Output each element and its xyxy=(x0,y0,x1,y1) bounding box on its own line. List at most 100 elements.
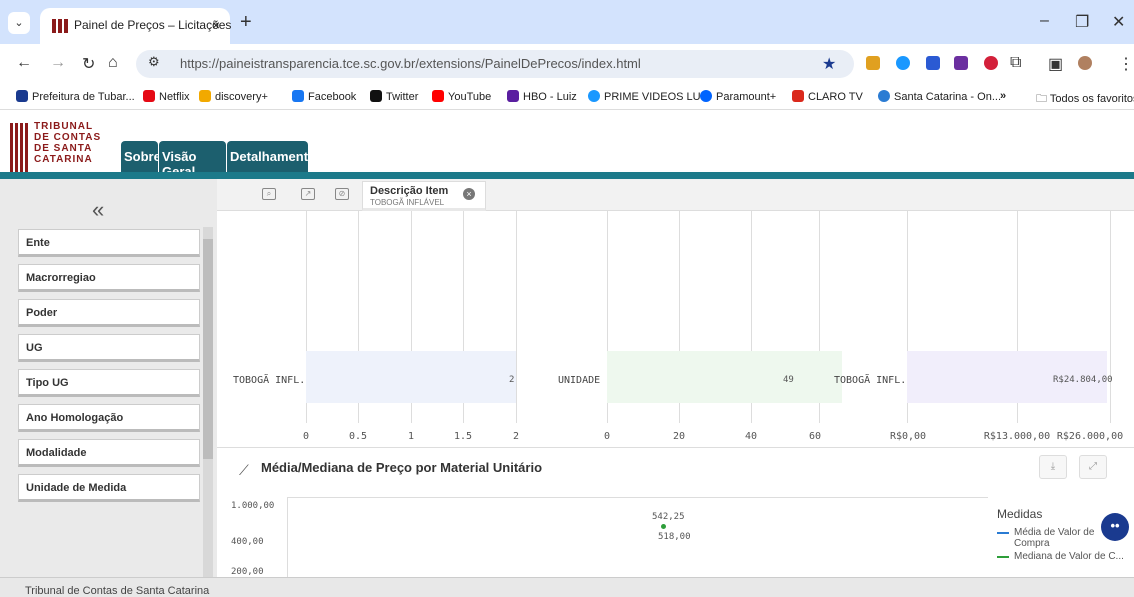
profile-avatar-icon[interactable] xyxy=(1078,56,1092,70)
side-panel-icon[interactable]: ▣ xyxy=(1048,54,1063,74)
bookmark-favicon-icon xyxy=(292,90,304,102)
browser-tab[interactable]: Painel de Preços – Licitações × xyxy=(40,8,231,44)
step-forward-icon[interactable]: ↗ xyxy=(301,188,315,200)
x-tick: 20 xyxy=(672,431,686,442)
restore-icon[interactable]: ❐ xyxy=(1075,12,1089,32)
bookmark-label: CLARO TV xyxy=(808,91,863,103)
bookmark-item[interactable]: PRIME VIDEOS LUIZ xyxy=(588,90,710,103)
x-tick: 1.5 xyxy=(453,431,473,442)
x-tick: 0 xyxy=(302,431,310,442)
bar-category-label: UNIDADE xyxy=(558,375,601,386)
bar-value-label: 49 xyxy=(783,375,794,385)
bookmark-item[interactable]: HBO - Luiz xyxy=(507,90,577,103)
browser-tab-strip: ⌄ Painel de Preços – Licitações × + – ❐ … xyxy=(0,0,1134,44)
bookmarks-bar: Prefeitura de Tubar... Netflix discovery… xyxy=(0,84,1134,110)
bookmark-item[interactable]: CLARO TV xyxy=(792,90,863,103)
bookmark-label: discovery+ xyxy=(215,91,268,103)
address-bar[interactable]: ⚙ https://paineistransparencia.tce.sc.go… xyxy=(136,50,854,78)
extensions-puzzle-icon[interactable]: ⧉ xyxy=(1010,54,1021,72)
filter-unidade-de-medida[interactable]: Unidade de Medida xyxy=(18,474,200,502)
selection-chip[interactable]: Descrição Item TOBOGÃ INFLÁVEL × xyxy=(362,181,486,211)
tab-sobre[interactable]: Sobre xyxy=(121,141,161,175)
download-icon[interactable]: ⤓ xyxy=(1039,455,1067,479)
logo-line: DE CONTAS xyxy=(34,132,102,143)
bookmark-item[interactable]: Twitter xyxy=(370,90,418,103)
collapse-sidebar-button[interactable]: « xyxy=(92,197,104,223)
bar[interactable] xyxy=(306,351,516,403)
tce-favicon-icon xyxy=(52,18,68,33)
reload-icon[interactable]: ↻ xyxy=(82,54,95,74)
tab-visao-geral[interactable]: Visão Geral xyxy=(159,141,226,179)
filter-ano-homologacao[interactable]: Ano Homologação xyxy=(18,404,200,432)
site-settings-icon[interactable]: ⚙ xyxy=(148,54,160,70)
point-value-label: 542,25 xyxy=(652,512,685,522)
extension-icon[interactable] xyxy=(984,56,998,70)
filter-macrorregiao[interactable]: Macrorregiao xyxy=(18,264,200,292)
home-icon[interactable]: ⌂ xyxy=(108,54,118,72)
bookmark-label: Twitter xyxy=(386,91,419,103)
all-bookmarks-folder[interactable]: 🗀 Todos os favoritos xyxy=(1036,90,1134,109)
filter-ente[interactable]: Ente xyxy=(18,229,200,257)
bookmark-item[interactable]: Prefeitura de Tubar... xyxy=(16,90,135,103)
sidebar-scrollbar[interactable] xyxy=(203,227,213,577)
legend-label: Mediana de Valor de C... xyxy=(1014,551,1124,562)
extension-icon[interactable] xyxy=(896,56,910,70)
bookmark-item[interactable]: Netflix xyxy=(143,90,190,103)
remove-selection-icon[interactable]: × xyxy=(463,188,475,200)
chat-assistant-icon[interactable]: •• xyxy=(1101,513,1129,541)
legend-swatch xyxy=(997,556,1009,558)
panel-separator xyxy=(217,447,1134,448)
bookmark-favicon-icon xyxy=(792,90,804,102)
close-tab-icon[interactable]: × xyxy=(212,17,220,33)
line-chart-plot: 542,25 518,00 xyxy=(287,497,988,577)
x-tick: R$26.000,00 xyxy=(1056,431,1124,442)
logo-line: TRIBUNAL xyxy=(34,121,94,132)
smart-search-icon[interactable]: ⌕ xyxy=(262,188,276,200)
filter-poder[interactable]: Poder xyxy=(18,299,200,327)
scrollbar-thumb[interactable] xyxy=(203,239,213,459)
line-chart-icon: ⟋ xyxy=(239,462,249,478)
bookmark-item[interactable]: Santa Catarina - On... xyxy=(878,90,1001,103)
extension-icon[interactable] xyxy=(866,56,880,70)
legend-label: Média de Valor de Compra xyxy=(1014,527,1095,549)
close-window-icon[interactable]: ✕ xyxy=(1112,12,1125,32)
legend-item[interactable]: Mediana de Valor de C... xyxy=(997,551,1127,562)
bookmark-item[interactable]: YouTube xyxy=(432,90,491,103)
filter-ug[interactable]: UG xyxy=(18,334,200,362)
bar[interactable] xyxy=(607,351,842,403)
bar-category-label: TOBOGÃ INFL... xyxy=(834,375,919,386)
bookmark-label: PRIME VIDEOS LUIZ xyxy=(604,91,711,103)
bookmarks-overflow-button[interactable]: » xyxy=(1000,90,1006,102)
forward-icon[interactable]: → xyxy=(50,54,66,72)
menu-kebab-icon[interactable]: ⋮ xyxy=(1118,54,1134,74)
expand-icon[interactable]: ⤢ xyxy=(1079,455,1107,479)
bookmark-label: Santa Catarina - On... xyxy=(894,91,1001,103)
bookmark-item[interactable]: discovery+ xyxy=(199,90,268,103)
bookmark-favicon-icon xyxy=(199,90,211,102)
browser-toolbar: ← → ↻ ⌂ ⚙ https://paineistransparencia.t… xyxy=(0,44,1134,84)
filter-modalidade[interactable]: Modalidade xyxy=(18,439,200,467)
filter-tipo-ug[interactable]: Tipo UG xyxy=(18,369,200,397)
new-tab-icon[interactable]: + xyxy=(240,12,252,32)
extension-icon[interactable] xyxy=(954,56,968,70)
logo-bars-icon xyxy=(10,123,30,173)
extension-icon[interactable] xyxy=(926,56,940,70)
bookmark-item[interactable]: Paramount+ xyxy=(700,90,776,103)
bookmark-star-icon[interactable]: ★ xyxy=(822,54,836,74)
url-text: https://paineistransparencia.tce.sc.gov.… xyxy=(180,56,641,71)
bookmark-favicon-icon xyxy=(507,90,519,102)
gridline xyxy=(1110,211,1111,423)
clear-selections-icon[interactable]: ⊘ xyxy=(335,188,349,200)
tab-detalhamento[interactable]: Detalhamento xyxy=(227,141,316,175)
bookmark-item[interactable]: Facebook xyxy=(292,90,356,103)
back-icon[interactable]: ← xyxy=(16,54,32,72)
bar-category-label: TOBOGÃ INFL... xyxy=(233,375,318,386)
panel-title: Média/Mediana de Preço por Material Unit… xyxy=(261,460,543,475)
tab-search-chevron-icon[interactable]: ⌄ xyxy=(8,12,30,34)
bookmark-favicon-icon xyxy=(878,90,890,102)
minimize-icon[interactable]: – xyxy=(1040,12,1049,30)
logo-line: DE SANTA xyxy=(34,143,93,154)
x-tick: 0 xyxy=(603,431,611,442)
data-point[interactable] xyxy=(661,524,666,529)
x-tick: 40 xyxy=(744,431,758,442)
